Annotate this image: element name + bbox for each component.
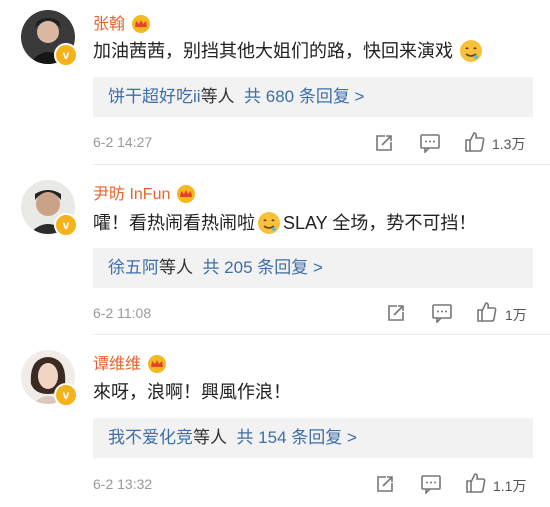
reply-summary[interactable]: 我不爱化竞等人 共 154 条回复 > <box>93 418 533 458</box>
crown-badge-icon <box>131 15 151 38</box>
share-icon[interactable] <box>374 133 394 157</box>
avatar[interactable]: v <box>21 350 78 407</box>
comment-text: 加油茜茜，别挡其他大姐们的路，快回来演戏 <box>93 37 483 68</box>
reply-summary[interactable]: 徐五阿等人 共 205 条回复 > <box>93 248 533 288</box>
comment-icon[interactable] <box>431 303 453 327</box>
comment-text: 嚯！看热闹看热闹啦 SLAY 全场，势不可挡！ <box>93 209 476 240</box>
crown-badge-icon <box>176 185 196 208</box>
comment-time: 6-2 13:32 <box>93 476 153 492</box>
drool-emoji-icon <box>459 39 483 68</box>
thumb-up-icon[interactable] <box>464 131 486 157</box>
comment-time: 6-2 14:27 <box>93 134 153 150</box>
like-count: 1.3万 <box>492 136 526 152</box>
reply-summary[interactable]: 饼干超好吃ii等人 共 680 条回复 > <box>93 77 533 117</box>
avatar[interactable]: v <box>21 10 78 67</box>
verified-v-icon: v <box>54 43 78 67</box>
crown-badge-icon <box>147 355 167 378</box>
verified-v-icon: v <box>54 383 78 407</box>
thumb-up-icon[interactable] <box>476 301 498 327</box>
divider <box>93 164 550 165</box>
drool-emoji-icon <box>257 211 281 240</box>
share-icon[interactable] <box>375 474 395 498</box>
like-count: 1万 <box>505 307 527 323</box>
share-icon[interactable] <box>386 303 406 327</box>
comment-username[interactable]: 张翰 <box>93 10 151 38</box>
like-count: 1.1万 <box>493 478 527 494</box>
verified-v-icon: v <box>54 213 78 237</box>
comment-icon[interactable] <box>419 133 441 157</box>
comment-icon[interactable] <box>420 474 442 498</box>
avatar[interactable]: v <box>21 180 78 237</box>
thumb-up-icon[interactable] <box>465 472 487 498</box>
comment-text: 來呀，浪啊！興風作浪！ <box>93 382 291 402</box>
comment-username[interactable]: 谭维维 <box>93 350 167 378</box>
comment-time: 6-2 11:08 <box>93 305 152 321</box>
divider <box>93 334 550 335</box>
comment-username[interactable]: 尹昉 InFun <box>93 180 196 208</box>
